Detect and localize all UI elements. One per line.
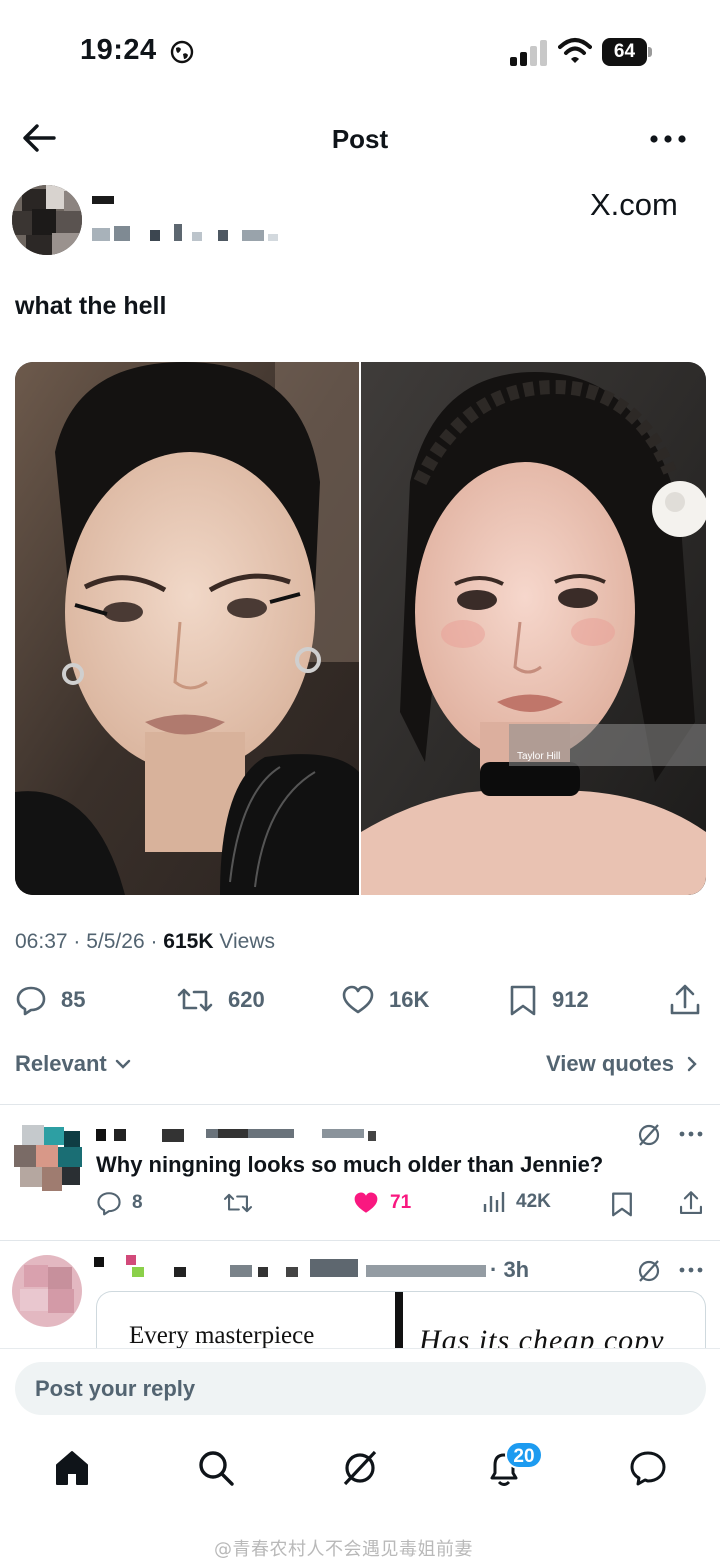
source-label: X.com [590,187,678,222]
page-title: Post [331,124,389,154]
top-nav: Post [0,108,720,168]
bookmark-count: 912 [552,987,589,1012]
battery-level: 64 [602,38,647,66]
chevron-down-icon [115,1059,130,1069]
like-button[interactable]: 71 [352,1190,411,1216]
image-text-left: Every masterpiece [129,1322,315,1349]
search-icon[interactable] [196,1448,236,1488]
more-icon[interactable] [678,1129,704,1139]
sort-dropdown[interactable]: Relevant [15,1051,133,1077]
post-image[interactable]: Taylor Hill [15,362,706,895]
composer-placeholder: Post your reply [35,1376,196,1401]
status-time: 19:24 [80,34,157,66]
views-button[interactable]: 42K [482,1190,551,1214]
view-quotes-link[interactable]: View quotes [546,1051,702,1077]
reply-icon [16,986,46,1016]
like-count: 71 [390,1192,412,1213]
reply-button[interactable]: 85 [15,978,85,1022]
like-icon [354,1192,378,1213]
view-quotes-label: View quotes [546,1051,674,1076]
repost-icon [177,988,213,1012]
more-icon[interactable] [648,124,688,154]
views-count: 42K [516,1191,551,1212]
wifi-icon [558,38,592,63]
reply-item[interactable]: Why ningning looks so much older than Je… [0,1105,720,1240]
repost-count: 620 [228,987,265,1012]
post-meta: 06:37 · 5/5/26 · 615K Views [15,930,275,953]
sort-label: Relevant [15,1051,107,1076]
image-watermark: Taylor Hill [517,751,560,762]
repost-button[interactable]: 620 [176,978,265,1022]
avatar[interactable] [12,185,82,255]
post-time: 06:37 [15,930,68,953]
post-views-label: Views [219,930,275,953]
post-views-count: 615K [163,930,214,953]
grok-icon[interactable] [636,1122,662,1148]
globe-icon [170,40,194,64]
signal-icon [510,40,547,66]
grok-icon[interactable] [340,1448,380,1488]
views-icon [483,1192,505,1212]
avatar[interactable] [12,1255,82,1327]
chevron-right-icon [687,1056,697,1072]
battery-icon: 64 [602,38,652,66]
reply-button[interactable]: 8 [96,1190,143,1216]
share-button[interactable] [668,978,716,1022]
bookmark-button[interactable]: 912 [508,978,589,1022]
grok-icon[interactable] [636,1258,662,1284]
reply-count: 8 [132,1192,143,1213]
watermark: @青春农村人不会遇见毒姐前妻 [214,1539,473,1560]
share-icon [670,984,700,1015]
messages-icon[interactable] [628,1448,668,1488]
reply-time: · 3h [490,1257,530,1282]
status-bar: 19:24 64 [0,0,720,100]
post-text: what the hell [15,292,167,320]
notifications-badge: 20 [505,1441,543,1469]
reply-text: Why ningning looks so much older than Je… [96,1152,604,1177]
post-author[interactable]: X.com [0,182,720,262]
reply-composer[interactable]: Post your reply [15,1362,706,1415]
bookmark-icon [510,985,536,1016]
post-date: 5/5/26 [86,930,145,953]
like-button[interactable]: 16K [341,978,429,1022]
share-icon[interactable] [678,1190,704,1216]
more-icon[interactable] [678,1265,704,1275]
repost-icon [223,1193,253,1213]
repost-button[interactable] [222,1190,264,1216]
avatar[interactable] [14,1125,82,1197]
bookmark-icon[interactable] [610,1191,634,1217]
like-icon [342,985,374,1014]
replies-filter: Relevant View quotes [0,1045,720,1085]
home-icon[interactable] [52,1448,92,1488]
reply-icon [97,1192,121,1216]
like-count: 16K [389,987,430,1012]
bottom-tab-bar [0,1440,720,1500]
reply-count: 85 [61,987,86,1012]
post-actions: 85 620 16K 912 [0,978,720,1022]
